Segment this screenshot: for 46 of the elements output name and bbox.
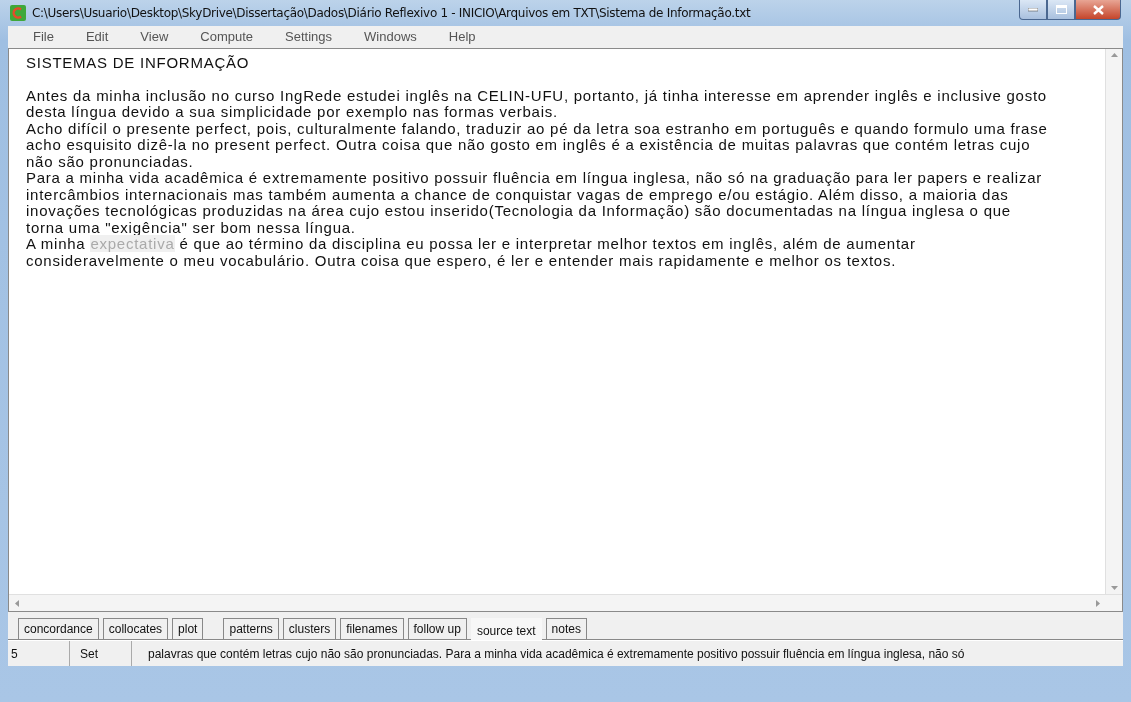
tab[interactable]: patterns — [223, 618, 279, 639]
maximize-button[interactable] — [1047, 0, 1075, 20]
text-line: desta língua devido a sua simplicidade por exemplo nas formas verbais. — [26, 104, 559, 121]
tab[interactable]: filenames — [340, 618, 404, 639]
text-line: inovações tecnológicas produzidas na área cujo estou inserido(Tecnologia da Informação) são documentadas na língua inglesa o que — [26, 203, 1012, 220]
menu-item[interactable]: View — [129, 27, 180, 47]
status-cell: Set — [70, 641, 132, 666]
menu-item[interactable]: Compute — [189, 27, 265, 47]
scroll-up-icon[interactable] — [1110, 53, 1118, 57]
tab[interactable]: source text — [470, 618, 542, 640]
document-heading: SISTEMAS DE INFORMAÇÃO — [26, 55, 251, 72]
highlighted-word: expectativa — [90, 235, 175, 252]
text-line: A minha expectativa é que ao término da disciplina eu possa ler e interpretar melhor textos em inglês, além de aumentar — [26, 236, 917, 253]
tab[interactable]: clusters — [282, 618, 337, 639]
scroll-right-icon[interactable] — [1096, 599, 1100, 607]
scroll-left-icon[interactable] — [15, 599, 19, 607]
horizontal-scrollbar[interactable] — [9, 594, 1122, 611]
menu-item[interactable]: Settings — [274, 27, 344, 47]
tab[interactable]: concordance — [18, 618, 99, 639]
menu-item[interactable]: Help — [437, 27, 487, 47]
minimize-icon — [1028, 7, 1038, 12]
text-line: consideravelmente o meu vocabulário. Outra coisa que espero, é ler e entender mais rapidamente e melhor os textos. — [26, 252, 898, 269]
window-title: C:\Users\Usuario\Desktop\SkyDrive\Dissertação\Dados\Diário Reflexivo 1 - INICIO\Arquivos em TXT\Sistema de Informação.txt — [32, 5, 751, 22]
text-line: Antes da minha inclusão no curso IngRede estudei inglês na CELIN-UFU, portanto, já tinha interesse em aprender inglês e inclusive gosto — [26, 87, 1048, 104]
app-icon — [10, 5, 26, 21]
text-line: intercâmbios internacionais mas também aumenta a chance de conquistar vagas de emprego e/ou estágio. Além disso, a maioria das — [26, 186, 1010, 203]
scroll-down-icon[interactable] — [1110, 586, 1118, 590]
tab[interactable]: follow up — [407, 618, 467, 639]
status-cell: 5 — [8, 641, 70, 666]
maximize-icon — [1055, 5, 1067, 14]
close-icon — [1092, 4, 1104, 15]
text-line: Para a minha vida acadêmica é extremamente positivo possuir fluência em língua inglesa, não só na graduação para ler papers e realizar — [26, 170, 1044, 187]
status-text: palavras que contém letras cujo não são pronunciadas. Para a minha vida acadêmica é extremamente positivo possuir fluência em língua inglesa, não só — [147, 645, 965, 663]
close-button[interactable] — [1075, 0, 1121, 20]
text-line: torna uma "exigência" ser bom nessa língua. — [26, 219, 356, 236]
text-line: não são pronunciadas. — [26, 153, 195, 170]
tab[interactable]: plot — [172, 618, 204, 639]
vertical-scrollbar[interactable] — [1105, 49, 1122, 594]
menu-item[interactable]: File — [22, 27, 65, 47]
text-line: Acho difícil o presente perfect, pois, culturalmente falando, traduzir ao pé da letra soa estranho em português e quando formulo uma frase — [26, 120, 1049, 137]
text-line: acho esquisito dizê-la no present perfect. Outra coisa que não gosto em inglês é a existência de muitas palavras que contém letras cujo — [26, 137, 1032, 154]
menu-item[interactable]: Edit — [74, 27, 120, 47]
menu-item[interactable]: Windows — [353, 27, 428, 47]
minimize-button[interactable] — [1019, 0, 1047, 20]
tab[interactable]: notes — [545, 618, 587, 639]
tab[interactable]: collocates — [102, 618, 169, 639]
